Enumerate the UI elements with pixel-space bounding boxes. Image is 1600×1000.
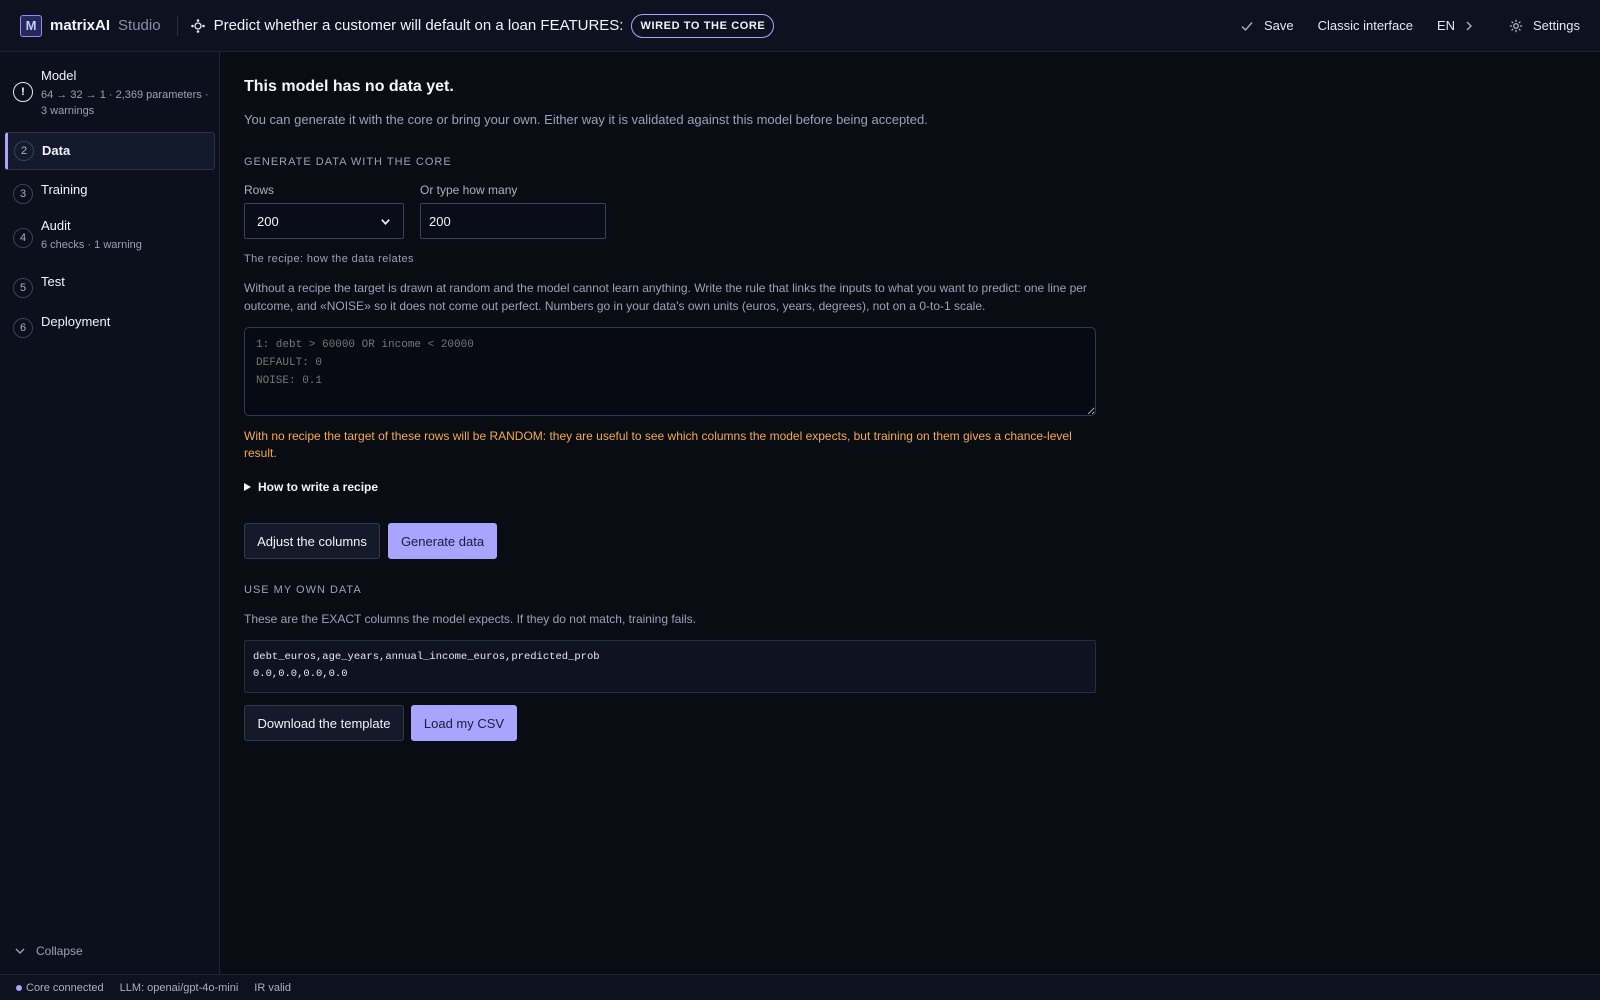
sidebar-item-data[interactable]: 2 Data (5, 132, 215, 170)
step-number: 4 (13, 228, 33, 248)
classic-interface-button[interactable]: Classic interface (1318, 18, 1413, 33)
random-target-warning: With no recipe the target of these rows … (244, 429, 1072, 460)
sidebar-item-audit[interactable]: 4 Audit 6 checks · 1 warning (5, 216, 215, 260)
sidebar-item-sub: 6 checks · 1 warning (41, 239, 142, 251)
generate-section-title: GENERATE DATA WITH THE CORE (244, 156, 452, 168)
load-csv-button[interactable]: Load my CSV (411, 705, 517, 741)
chevron-down-icon (381, 218, 390, 225)
rows-label: Rows (244, 183, 275, 197)
settings-button[interactable]: Settings (1509, 18, 1580, 33)
recipe-title: The recipe: how the data relates (244, 253, 414, 265)
chevron-right-icon (1466, 21, 1473, 30)
collapse-label: Collapse (36, 944, 83, 958)
sidebar-item-label: Training (41, 182, 88, 197)
sidebar-item-label: Test (41, 274, 65, 289)
sidebar-item-label: Audit (41, 218, 71, 233)
status-bar: Core connected LLM: openai/gpt-4o-mini I… (0, 974, 1600, 1000)
generate-data-button[interactable]: Generate data (388, 523, 497, 559)
core-status: Core connected (16, 982, 104, 994)
save-label: Save (1263, 18, 1294, 33)
rows-count-input[interactable] (420, 203, 606, 239)
chevron-down-icon (15, 948, 25, 954)
language-switcher[interactable]: EN (1437, 18, 1485, 33)
step-number: 3 (13, 184, 33, 204)
sidebar-item-sub: 64 → 32 → 1 · 2,369 parameters · 3 warni… (41, 89, 209, 117)
step-number: 2 (14, 141, 34, 161)
ir-status: IR valid (254, 981, 291, 994)
page-title: Predict whether a customer will default … (213, 17, 624, 34)
classic-label: Classic interface (1317, 18, 1413, 33)
custom-rows-label: Or type how many (420, 183, 518, 197)
sidebar-item-model[interactable]: ! Model 64 → 32 → 1 · 2,369 parameters ·… (5, 66, 215, 118)
csv-header-row: debt_euros,age_years,annual_income_euros… (253, 651, 600, 663)
download-template-button[interactable]: Download the template (244, 705, 404, 741)
recipe-input[interactable] (244, 327, 1096, 416)
recipe-help: Without a recipe the target is drawn at … (244, 281, 1087, 313)
llm-status: LLM: openai/gpt-4o-mini (119, 981, 239, 994)
rows-select[interactable]: 200 (244, 203, 404, 239)
logo-icon: M (20, 14, 42, 37)
own-data-section-title: USE MY OWN DATA (244, 584, 362, 596)
sidebar-item-test[interactable]: 5 Test (5, 270, 215, 300)
own-data-help: These are the EXACT columns the model ex… (244, 612, 697, 626)
empty-state-heading: This model has no data yet. (244, 78, 454, 95)
step-number: 5 (13, 278, 33, 298)
status-dot-icon (16, 984, 22, 991)
divider (176, 15, 178, 36)
brand-name: matrixAI (50, 17, 111, 34)
sidebar-item-label: Model (41, 68, 77, 83)
empty-state-lead: You can generate it with the core or bri… (244, 112, 928, 127)
save-button[interactable]: Save (1240, 18, 1294, 33)
collapse-button[interactable]: Collapse (14, 944, 83, 958)
top-bar: M matrixAI Studio Predict whether a cust… (0, 0, 1600, 52)
recipe-help-toggle[interactable]: How to write a recipe (244, 480, 378, 494)
status-badge: WIRED TO THE CORE (631, 13, 775, 38)
gear-icon (1509, 19, 1523, 32)
sidebar: ! Model 64 → 32 → 1 · 2,369 parameters ·… (0, 52, 220, 974)
warning-icon: ! (13, 82, 33, 102)
step-number: 6 (13, 318, 33, 338)
sidebar-item-label: Data (42, 143, 71, 158)
disclosure-triangle-icon (244, 483, 251, 491)
core-status-label: Core connected (26, 981, 104, 994)
csv-data-row: 0.0,0.0,0.0,0.0 (253, 668, 348, 680)
adjust-columns-button[interactable]: Adjust the columns (244, 523, 380, 559)
brand-sub: Studio (118, 17, 161, 34)
network-icon (190, 18, 205, 33)
sidebar-item-label: Deployment (41, 314, 111, 329)
recipe-help-toggle-label: How to write a recipe (258, 480, 379, 494)
rows-select-value: 200 (257, 213, 279, 229)
csv-template-preview: debt_euros,age_years,annual_income_euros… (244, 640, 1096, 693)
settings-label: Settings (1533, 18, 1580, 33)
sidebar-item-deployment[interactable]: 6 Deployment (5, 310, 215, 340)
sidebar-item-training[interactable]: 3 Training (5, 176, 215, 206)
check-icon (1241, 21, 1253, 31)
language-label: EN (1436, 18, 1456, 33)
